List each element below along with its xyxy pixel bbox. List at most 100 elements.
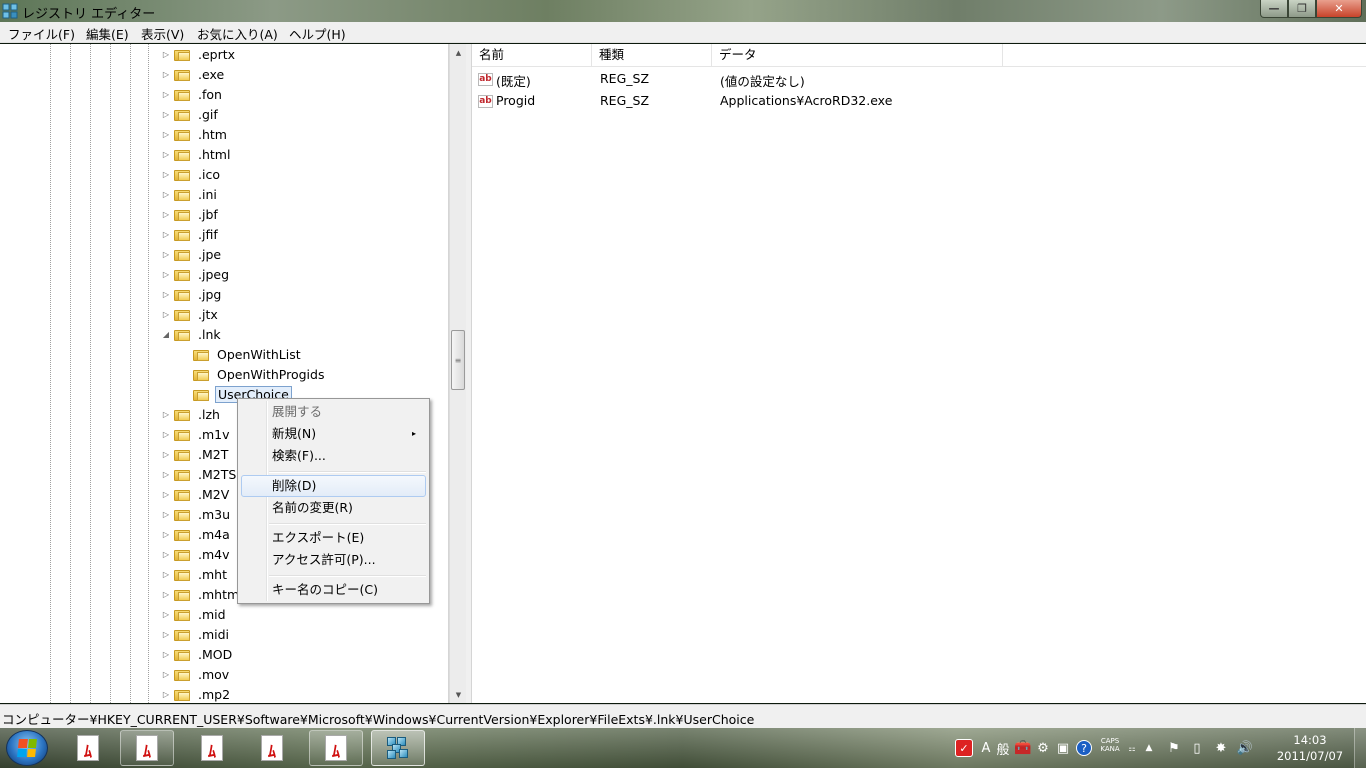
menu-item-copy-key-name[interactable]: キー名のコピー(C): [241, 579, 426, 601]
scroll-thumb[interactable]: ≡: [451, 330, 465, 390]
tree-node[interactable]: ▷ .jpe: [161, 244, 223, 264]
ime-options-icon[interactable]: ⚏: [1127, 739, 1137, 757]
minimize-button[interactable]: —: [1260, 0, 1288, 18]
tree-expander-icon[interactable]: ▷: [161, 270, 171, 279]
safely-remove-hardware-icon[interactable]: ▯: [1188, 739, 1206, 757]
tree-node[interactable]: ▷ .M2V: [161, 484, 231, 504]
show-hidden-icons-button[interactable]: ▲: [1143, 739, 1155, 757]
tree-node[interactable]: ▷ .jpg: [161, 284, 223, 304]
tree-expander-icon[interactable]: ▷: [161, 210, 171, 219]
close-button[interactable]: ✕: [1316, 0, 1362, 18]
ime-mode-indicator[interactable]: A: [980, 739, 992, 757]
tree-node[interactable]: ▷ .m3u: [161, 504, 232, 524]
tree-node[interactable]: ▷ .m1v: [161, 424, 232, 444]
column-header-name[interactable]: 名前: [472, 44, 592, 67]
tree-expander-icon[interactable]: ▷: [161, 570, 171, 579]
tree-expander-icon[interactable]: ▷: [161, 690, 171, 699]
tree-node[interactable]: OpenWithProgids: [180, 364, 326, 384]
tree-node[interactable]: ▷ .eprtx: [161, 44, 237, 64]
tree-expander-icon[interactable]: ▷: [161, 550, 171, 559]
tree-expander-icon[interactable]: ◢: [161, 330, 171, 339]
ime-dictionary-icon[interactable]: ▣: [1054, 739, 1072, 757]
menu-item-expand[interactable]: 展開する: [241, 401, 426, 423]
menu-edit[interactable]: 編集(E): [86, 24, 129, 43]
tree-node[interactable]: OpenWithList: [180, 344, 303, 364]
tree-node[interactable]: ▷ .midi: [161, 624, 231, 644]
ime-tool-icon[interactable]: ⚙: [1034, 739, 1052, 757]
caps-kana-indicator[interactable]: CAPS KANA: [1097, 736, 1123, 754]
taskbar-button-pdf[interactable]: [309, 730, 363, 766]
tree-expander-icon[interactable]: ▷: [161, 410, 171, 419]
tree-expander-icon[interactable]: ▷: [161, 230, 171, 239]
tree-expander-icon[interactable]: ▷: [161, 670, 171, 679]
taskbar-button-regedit[interactable]: [371, 730, 425, 766]
tree-node[interactable]: ▷ .m4v: [161, 544, 232, 564]
tree-expander-icon[interactable]: ▷: [161, 150, 171, 159]
menu-file[interactable]: ファイル(F): [8, 24, 75, 43]
menu-item-permissions[interactable]: アクセス許可(P)...: [241, 549, 426, 571]
tree-expander-icon[interactable]: ▷: [161, 130, 171, 139]
tree-expander-icon[interactable]: ▷: [161, 530, 171, 539]
values-list[interactable]: 名前 種類 データ ab (既定) REG_SZ (値の設定なし) ab Pro…: [471, 44, 1366, 703]
tree-node[interactable]: ▷ .mhtml: [161, 584, 245, 604]
list-row[interactable]: ab Progid REG_SZ Applications¥AcroRD32.e…: [472, 90, 1366, 112]
ime-input-mode[interactable]: 般: [993, 739, 1013, 758]
tree-node[interactable]: ▷ .mp2: [161, 684, 232, 703]
menu-item-export[interactable]: エクスポート(E): [241, 527, 426, 549]
show-desktop-button[interactable]: [1354, 728, 1366, 768]
tree-node[interactable]: ◢ .lnk: [161, 324, 223, 344]
tree-node[interactable]: ▷ .ini: [161, 184, 219, 204]
tree-expander-icon[interactable]: ▷: [161, 510, 171, 519]
tree-expander-icon[interactable]: ▷: [161, 110, 171, 119]
tree-expander-icon[interactable]: ▷: [161, 50, 171, 59]
column-header-type[interactable]: 種類: [592, 44, 712, 67]
registry-tree[interactable]: ▷ .eprtx ▷ .exe ▷ .fon ▷ .gif ▷ .htm ▷ .html ▷ .ico ▷.…: [0, 44, 449, 703]
menu-view[interactable]: 表示(V): [141, 24, 184, 43]
tree-scrollbar[interactable]: ▲ ≡ ▼: [449, 44, 466, 703]
tree-expander-icon[interactable]: ▷: [161, 430, 171, 439]
tree-node[interactable]: ▷ .lzh: [161, 404, 222, 424]
tree-node[interactable]: ▷ .fon: [161, 84, 224, 104]
menu-item-rename[interactable]: 名前の変更(R): [241, 497, 426, 519]
taskbar-button-pdf[interactable]: [120, 730, 174, 766]
network-icon[interactable]: ✸: [1212, 739, 1230, 757]
menu-item-delete[interactable]: 削除(D): [241, 475, 426, 497]
tree-expander-icon[interactable]: ▷: [161, 70, 171, 79]
scroll-down-arrow[interactable]: ▼: [450, 686, 467, 703]
tree-node[interactable]: ▷ .mid: [161, 604, 228, 624]
taskbar-clock[interactable]: 14:03 2011/07/07: [1270, 732, 1350, 764]
tree-node[interactable]: ▷ .m4a: [161, 524, 232, 544]
scroll-up-arrow[interactable]: ▲: [450, 44, 467, 61]
menu-item-new[interactable]: 新規(N) ▸: [241, 423, 426, 445]
tree-node[interactable]: ▷ .gif: [161, 104, 220, 124]
tree-expander-icon[interactable]: ▷: [161, 190, 171, 199]
tree-node[interactable]: ▷ .html: [161, 144, 232, 164]
ime-toolbox-icon[interactable]: 🧰: [1014, 739, 1032, 757]
title-bar[interactable]: レジストリ エディター — ❐ ✕: [0, 0, 1366, 22]
tree-node[interactable]: ▷ .M2T: [161, 444, 230, 464]
tree-node[interactable]: ▷ .mht: [161, 564, 229, 584]
tree-node[interactable]: ▷ .M2TS: [161, 464, 238, 484]
taskbar-button-pdf[interactable]: [61, 730, 115, 766]
menu-item-find[interactable]: 検索(F)...: [241, 445, 426, 467]
tree-expander-icon[interactable]: ▷: [161, 170, 171, 179]
tree-expander-icon[interactable]: ▷: [161, 450, 171, 459]
tree-node[interactable]: ▷ .jtx: [161, 304, 220, 324]
tree-node[interactable]: ▷ .jfif: [161, 224, 220, 244]
tree-node[interactable]: ▷ .htm: [161, 124, 229, 144]
list-row[interactable]: ab (既定) REG_SZ (値の設定なし): [472, 68, 1366, 90]
tree-expander-icon[interactable]: ▷: [161, 590, 171, 599]
help-icon[interactable]: ?: [1076, 740, 1092, 756]
menu-help[interactable]: ヘルプ(H): [289, 24, 346, 43]
tree-expander-icon[interactable]: ▷: [161, 630, 171, 639]
tree-expander-icon[interactable]: ▷: [161, 610, 171, 619]
action-center-flag-icon[interactable]: ⚑: [1165, 739, 1183, 757]
taskbar-button-pdf[interactable]: [185, 730, 239, 766]
column-header-data[interactable]: データ: [712, 44, 1003, 67]
tree-node[interactable]: ▷ .jbf: [161, 204, 220, 224]
tree-node[interactable]: ▷ .exe: [161, 64, 226, 84]
tree-node[interactable]: ▷ .mov: [161, 664, 231, 684]
tree-expander-icon[interactable]: ▷: [161, 310, 171, 319]
tree-node[interactable]: ▷ .MOD: [161, 644, 234, 664]
taskbar-button-pdf[interactable]: [245, 730, 299, 766]
